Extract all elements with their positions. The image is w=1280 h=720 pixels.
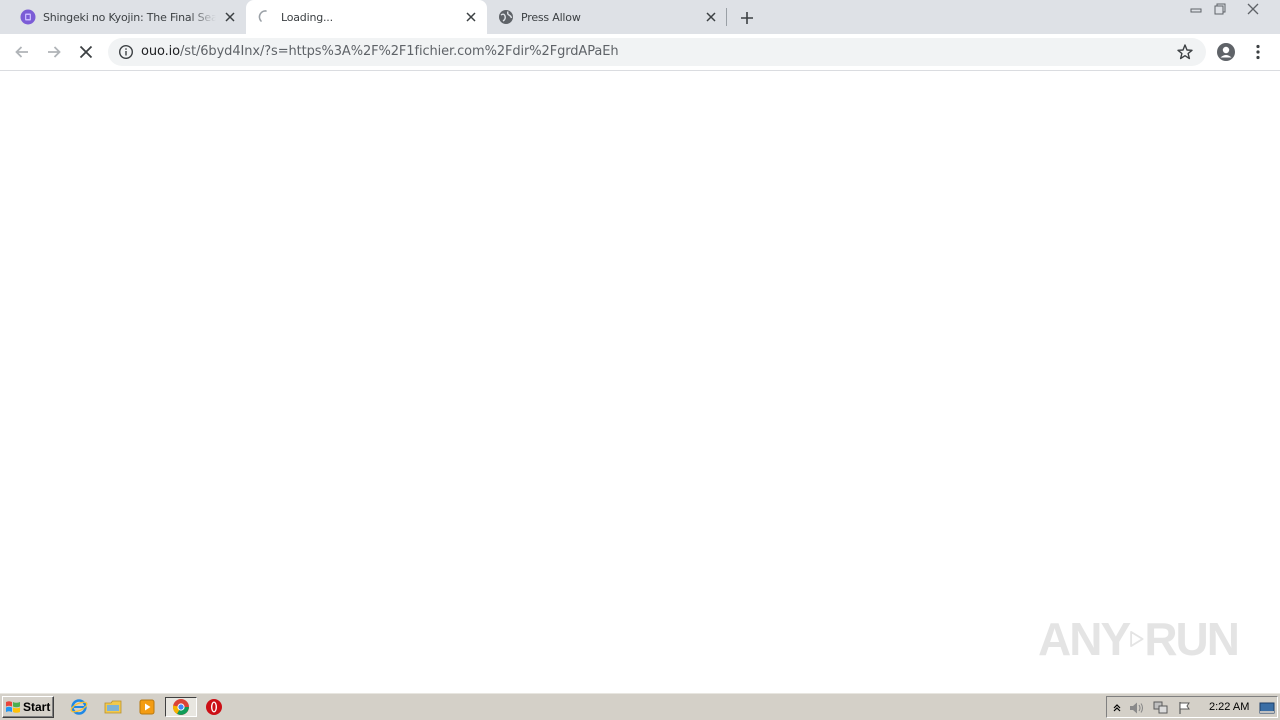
new-tab-button[interactable] (736, 7, 758, 29)
taskbar: Start 2:22 AM (0, 692, 1280, 720)
file-explorer-icon[interactable] (102, 697, 124, 717)
browser-toolbar: ouo.io/st/6byd4Inx/?s=https%3A%2F%2F1fic… (0, 34, 1280, 71)
back-button[interactable] (10, 40, 34, 64)
tab-press-allow[interactable]: Press Allow (478, 0, 727, 34)
watermark-text-left: ANY (1038, 613, 1131, 665)
tab-loading[interactable]: Loading... (246, 0, 487, 34)
windows-logo-icon (6, 701, 20, 713)
stop-loading-button[interactable] (74, 40, 98, 64)
tab-separator (726, 8, 727, 26)
network-icon[interactable] (1153, 700, 1169, 716)
url-host: ouo.io (141, 44, 181, 59)
start-button[interactable]: Start (2, 696, 54, 718)
internet-explorer-icon[interactable] (68, 697, 90, 717)
window-restore-button[interactable] (1208, 0, 1232, 18)
start-label: Start (23, 700, 51, 714)
loading-spinner-icon (258, 9, 274, 25)
tab-shingeki[interactable]: Shingeki no Kyojin: The Final Season (0, 0, 246, 34)
taskbar-clock[interactable]: 2:22 AM (1209, 701, 1249, 713)
bookmark-star-icon[interactable] (1176, 43, 1194, 61)
tab-title: Press Allow (521, 10, 581, 24)
tab-strip: Shingeki no Kyojin: The Final Season Loa… (0, 0, 1280, 34)
show-desktop-icon[interactable] (1259, 700, 1275, 716)
play-icon (1130, 631, 1144, 647)
action-center-flag-icon[interactable] (1177, 700, 1193, 716)
opera-icon[interactable] (203, 697, 225, 717)
address-bar[interactable]: ouo.io/st/6byd4Inx/?s=https%3A%2F%2F1fic… (108, 38, 1206, 66)
site-info-icon[interactable] (118, 44, 134, 60)
media-player-icon[interactable] (136, 697, 158, 717)
forward-button[interactable] (42, 40, 66, 64)
tab-close-icon[interactable] (703, 9, 719, 25)
chrome-taskbar-button[interactable] (165, 697, 197, 717)
tab-title: Shingeki no Kyojin: The Final Season (43, 10, 216, 24)
tab-close-icon[interactable] (222, 9, 238, 25)
page-content: ANY RUN (0, 72, 1280, 692)
system-tray: 2:22 AM (1106, 696, 1278, 718)
tab-close-icon[interactable] (463, 9, 479, 25)
anyrun-watermark: ANY RUN (1038, 608, 1240, 670)
tab-title: Loading... (281, 10, 333, 24)
site-favicon-icon (20, 9, 36, 25)
show-hidden-icons-icon[interactable] (1109, 700, 1125, 716)
chrome-menu-icon[interactable] (1246, 40, 1270, 64)
globe-icon (498, 9, 514, 25)
profile-avatar-icon[interactable] (1214, 40, 1238, 64)
url-text[interactable]: ouo.io/st/6byd4Inx/?s=https%3A%2F%2F1fic… (141, 44, 619, 59)
watermark-text-right: RUN (1144, 613, 1240, 665)
window-minimize-button[interactable] (1184, 0, 1208, 18)
window-close-button[interactable] (1236, 0, 1270, 18)
url-path: /st/6byd4Inx/?s=https%3A%2F%2F1fichier.c… (180, 44, 619, 59)
volume-icon[interactable] (1129, 700, 1145, 716)
